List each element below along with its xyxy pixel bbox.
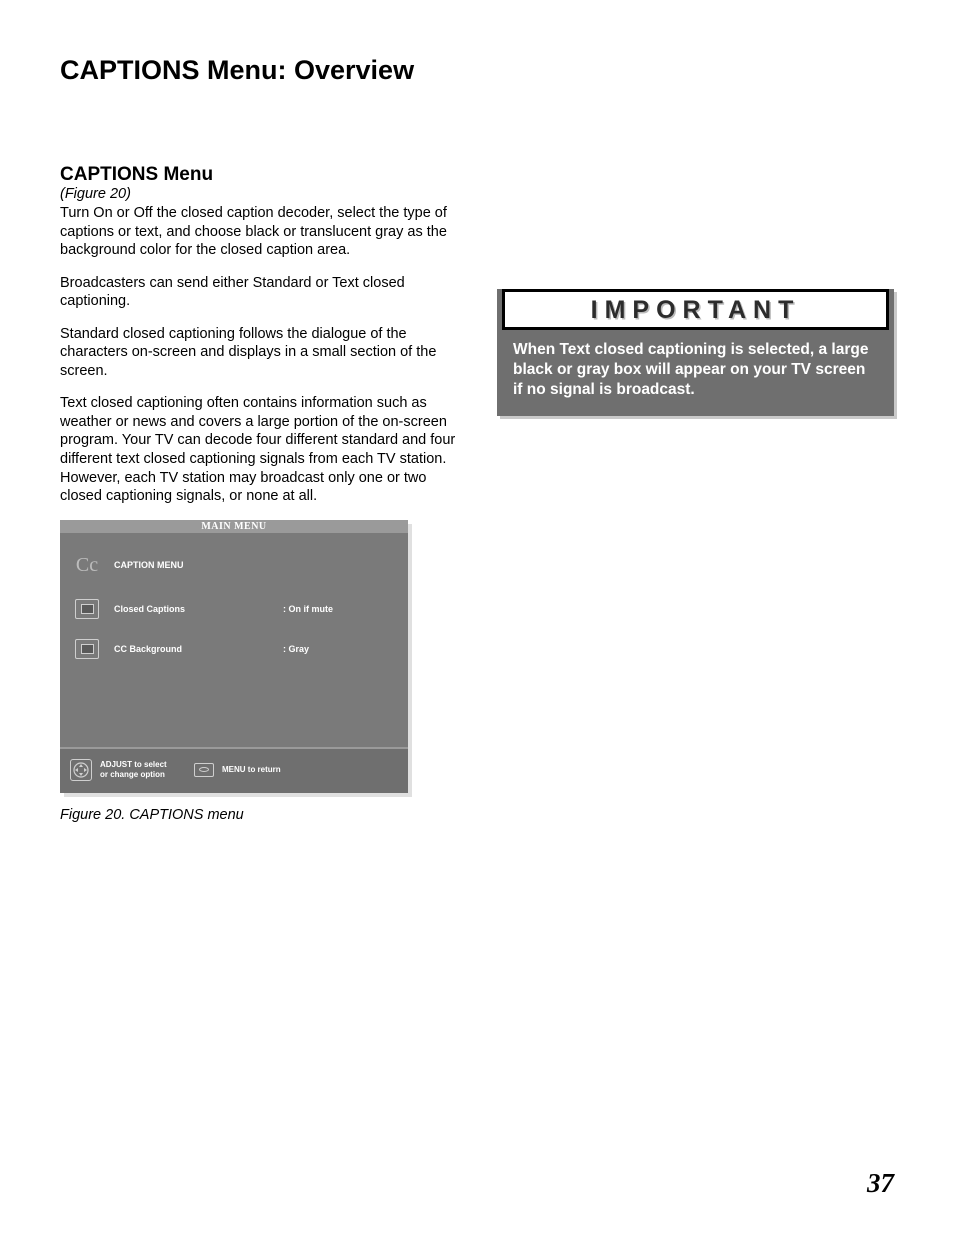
figure-caption: Figure 20. CAPTIONS menu xyxy=(60,807,457,823)
osd-footer-menu-text: MENU to return xyxy=(222,765,281,774)
figure-reference: (Figure 20) xyxy=(60,186,457,202)
dpad-icon xyxy=(70,759,92,781)
paragraph: Text closed captioning often contains in… xyxy=(60,394,457,505)
osd-screenshot: MAIN MENU Cc CAPTION MENU Closed Caption… xyxy=(60,520,408,793)
content-columns: CAPTIONS Menu (Figure 20) Turn On or Off… xyxy=(60,164,894,823)
osd-setting-row: Closed Captions : On if mute xyxy=(70,597,398,621)
important-header-text: IMPORTANT xyxy=(591,296,801,324)
osd-menu-title-row: Cc CAPTION MENU xyxy=(70,553,398,577)
cc-glyph: Cc xyxy=(76,555,98,575)
menu-button-icon xyxy=(194,763,214,777)
important-callout: IMPORTANT When Text closed captioning is… xyxy=(497,289,894,416)
osd-setting-value: : Gray xyxy=(283,644,309,654)
osd-footer-adjust-text: ADJUST to select or change option xyxy=(100,760,186,778)
left-column: CAPTIONS Menu (Figure 20) Turn On or Off… xyxy=(60,164,457,823)
paragraph: Turn On or Off the closed caption decode… xyxy=(60,204,457,260)
osd-footer: ADJUST to select or change option MENU t… xyxy=(60,747,408,793)
osd-setting-label: CC Background xyxy=(114,644,269,654)
paragraph: Standard closed captioning follows the d… xyxy=(60,325,457,381)
page-number: 37 xyxy=(867,1168,894,1199)
section-heading: CAPTIONS Menu xyxy=(60,164,457,186)
osd-menu-title: CAPTION MENU xyxy=(114,560,269,570)
osd-footer-line2: or change option xyxy=(100,770,165,779)
tv-icon xyxy=(74,597,100,621)
cc-icon: Cc xyxy=(74,553,100,577)
tv-icon xyxy=(74,637,100,661)
important-header: IMPORTANT xyxy=(502,289,889,330)
osd-titlebar: MAIN MENU xyxy=(60,520,408,533)
osd-setting-label: Closed Captions xyxy=(114,604,269,614)
right-column: IMPORTANT When Text closed captioning is… xyxy=(497,164,894,823)
paragraph: Broadcasters can send either Standard or… xyxy=(60,274,457,311)
osd-setting-row: CC Background : Gray xyxy=(70,637,398,661)
page-title: CAPTIONS Menu: Overview xyxy=(60,55,894,86)
important-body: When Text closed captioning is selected,… xyxy=(497,330,894,416)
osd-body: Cc CAPTION MENU Closed Captions : On if … xyxy=(60,533,408,747)
osd-footer-line1: ADJUST to select xyxy=(100,760,167,769)
osd-setting-value: : On if mute xyxy=(283,604,333,614)
